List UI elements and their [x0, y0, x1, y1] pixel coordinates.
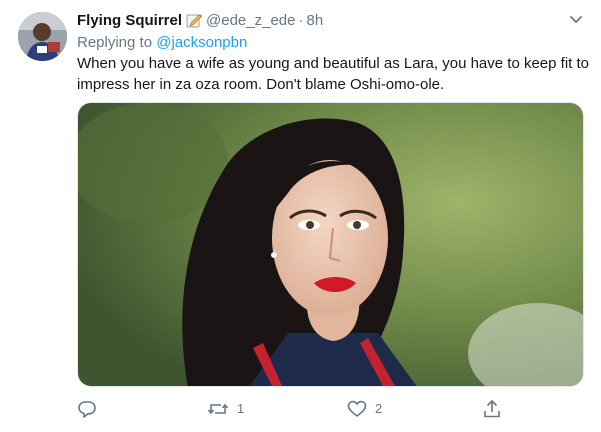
share-icon	[482, 399, 502, 419]
tweet-photo[interactable]	[77, 102, 584, 387]
timestamp[interactable]: 8h	[306, 12, 323, 29]
tweet-header: Flying Squirrel @ede_z_ede · 8h	[77, 11, 323, 31]
heart-icon	[347, 399, 367, 419]
reply-icon	[77, 399, 97, 419]
tweet-text: When you have a wife as young and beauti…	[77, 55, 589, 93]
retweet-button[interactable]: 1	[207, 397, 244, 421]
share-button[interactable]	[482, 397, 510, 421]
reply-button[interactable]	[77, 397, 105, 421]
display-name[interactable]: Flying Squirrel	[77, 12, 182, 29]
action-bar: 1 2	[77, 397, 577, 421]
replying-to: Replying to @jacksonpbn	[77, 33, 247, 53]
retweet-icon	[207, 399, 229, 419]
chevron-down-icon[interactable]	[566, 13, 586, 27]
separator-dot: ·	[298, 12, 304, 29]
tweet-card[interactable]: Flying Squirrel @ede_z_ede · 8h Replying to…	[0, 0, 601, 432]
user-handle[interactable]: @ede_z_ede	[206, 12, 295, 29]
pencil-emoji-icon	[186, 12, 203, 34]
retweet-count: 1	[237, 401, 245, 416]
like-button[interactable]: 2	[347, 397, 382, 421]
avatar[interactable]	[18, 12, 67, 61]
like-count: 2	[375, 401, 383, 416]
replying-mention-link[interactable]: @jacksonpbn	[156, 34, 247, 51]
replying-prefix: Replying to	[77, 34, 153, 51]
